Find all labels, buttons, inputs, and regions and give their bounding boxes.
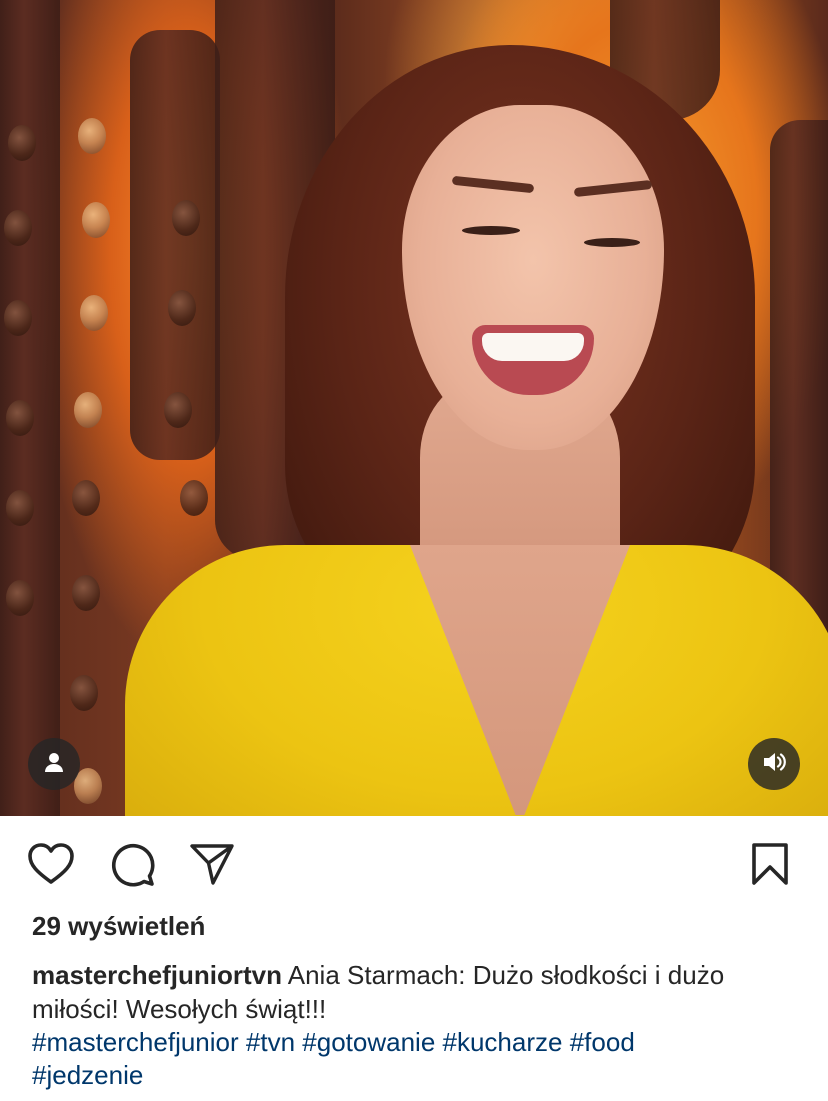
right-eye xyxy=(584,238,640,247)
hashtag-link[interactable]: #food xyxy=(570,1027,635,1057)
audio-toggle-button[interactable] xyxy=(748,738,800,790)
bookmark-icon xyxy=(751,842,789,891)
hashtag-link[interactable]: #masterchefjunior xyxy=(32,1027,239,1057)
hashtag-link[interactable]: #tvn xyxy=(246,1027,295,1057)
post-action-bar xyxy=(0,816,828,912)
person-teeth xyxy=(482,333,584,361)
hashtag-link[interactable]: #gotowanie xyxy=(302,1027,435,1057)
comment-button[interactable] xyxy=(108,842,156,890)
speaker-icon xyxy=(761,749,787,780)
share-button[interactable] xyxy=(188,842,236,890)
hashtag-link[interactable]: #kucharze xyxy=(443,1027,563,1057)
like-button[interactable] xyxy=(27,842,75,890)
paper-plane-icon xyxy=(189,842,235,891)
left-eye xyxy=(462,226,520,235)
caption-username[interactable]: masterchefjuniortvn xyxy=(32,960,282,990)
save-button[interactable] xyxy=(746,842,794,890)
tagged-people-button[interactable] xyxy=(28,738,80,790)
view-count[interactable]: 29 wyświetleń xyxy=(32,911,205,942)
heart-icon xyxy=(27,842,75,891)
hashtag-list: #masterchefjunior #tvn #gotowanie #kucha… xyxy=(32,1026,802,1092)
post-caption: masterchefjuniortvn Ania Starmach: Dużo … xyxy=(32,958,802,1026)
person-icon xyxy=(42,750,66,779)
post-video[interactable] xyxy=(0,0,828,816)
hashtag-link[interactable]: #jedzenie xyxy=(32,1060,143,1090)
comment-icon xyxy=(109,841,155,892)
